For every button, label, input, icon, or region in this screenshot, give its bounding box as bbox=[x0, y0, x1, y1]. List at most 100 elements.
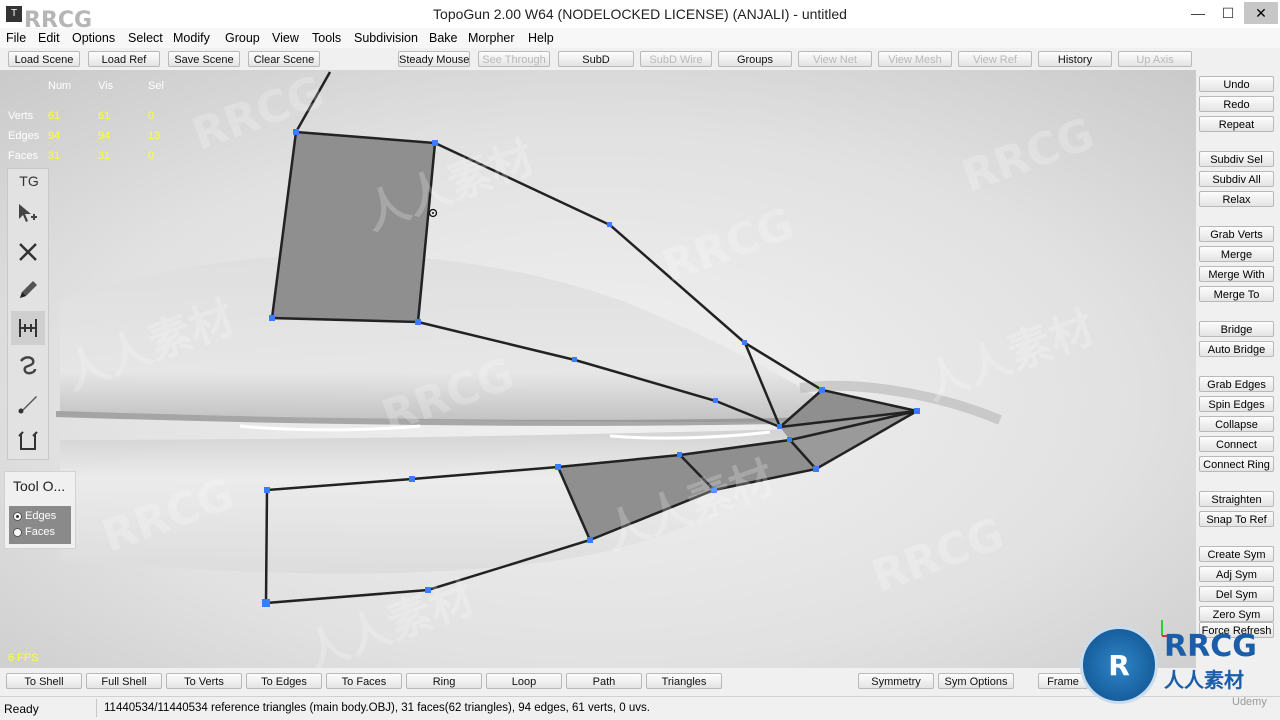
stats-edges-num: 94 bbox=[48, 130, 61, 142]
tool-panel-title: TG bbox=[19, 173, 39, 189]
menu-bar: File Edit Options Select Modify Group Vi… bbox=[0, 28, 1280, 48]
spin-edges-button[interactable]: Spin Edges bbox=[1199, 396, 1274, 412]
scene-stats: Num Vis Sel Verts 61 61 0 Edges 94 94 13… bbox=[0, 72, 170, 168]
steady-mouse-button[interactable]: Steady Mouse bbox=[398, 51, 470, 67]
radio-checked-icon[interactable] bbox=[13, 511, 22, 521]
to-faces-button[interactable]: To Faces bbox=[326, 673, 402, 689]
to-edges-button[interactable]: To Edges bbox=[246, 673, 322, 689]
stats-header-vis: Vis bbox=[98, 80, 114, 92]
edges-radio[interactable]: Edges bbox=[13, 510, 56, 522]
create-tool-icon[interactable] bbox=[11, 197, 45, 231]
menu-tools[interactable]: Tools bbox=[312, 31, 341, 45]
merge-button[interactable]: Merge bbox=[1199, 246, 1274, 262]
menu-edit[interactable]: Edit bbox=[38, 31, 60, 45]
path-button[interactable]: Path bbox=[566, 673, 642, 689]
stats-header-num: Num bbox=[48, 80, 72, 92]
title-bar: T RRCG TopoGun 2.00 W64 (NODELOCKED LICE… bbox=[0, 0, 1280, 33]
straighten-button[interactable]: Straighten bbox=[1199, 491, 1274, 507]
draw-tool-icon[interactable] bbox=[11, 273, 45, 307]
connect-ring-button[interactable]: Connect Ring bbox=[1199, 456, 1274, 472]
subdiv-all-button[interactable]: Subdiv All bbox=[1199, 171, 1274, 187]
close-button[interactable]: ✕ bbox=[1244, 2, 1278, 24]
tool-options-title: Tool O... bbox=[13, 478, 66, 494]
menu-subdivision[interactable]: Subdivision bbox=[354, 31, 418, 45]
faces-radio[interactable]: Faces bbox=[13, 526, 55, 538]
cursor-dot bbox=[432, 212, 434, 214]
load-scene-button[interactable]: Load Scene bbox=[8, 51, 80, 67]
view-net-button[interactable]: View Net bbox=[798, 51, 872, 67]
subdiv-sel-button[interactable]: Subdiv Sel bbox=[1199, 151, 1274, 167]
load-ref-button[interactable]: Load Ref bbox=[88, 51, 160, 67]
subd-button[interactable]: SubD bbox=[558, 51, 634, 67]
status-bar: Ready 11440534/11440534 reference triang… bbox=[0, 696, 1280, 720]
view-mesh-button[interactable]: View Mesh bbox=[878, 51, 952, 67]
stats-faces-sel: 0 bbox=[148, 150, 155, 162]
groups-button[interactable]: Groups bbox=[718, 51, 792, 67]
bridge-tool-icon[interactable] bbox=[11, 311, 45, 345]
stats-label-faces: Faces bbox=[8, 150, 38, 162]
del-sym-button[interactable]: Del Sym bbox=[1199, 586, 1274, 602]
tool-panel: TG bbox=[7, 168, 49, 460]
create-sym-button[interactable]: Create Sym bbox=[1199, 546, 1274, 562]
stats-edges-vis: 94 bbox=[98, 130, 111, 142]
stats-header-sel: Sel bbox=[148, 80, 164, 92]
status-ready: Ready bbox=[4, 702, 39, 716]
tool-options-box: Edges Faces bbox=[9, 506, 71, 544]
sym-options-button[interactable]: Sym Options bbox=[938, 673, 1014, 689]
redo-button[interactable]: Redo bbox=[1199, 96, 1274, 112]
brush-tool-icon[interactable] bbox=[11, 349, 45, 383]
auto-bridge-button[interactable]: Auto Bridge bbox=[1199, 341, 1274, 357]
tubes-tool-icon[interactable] bbox=[11, 425, 45, 459]
tool-options-panel: Tool O... Edges Faces bbox=[4, 471, 76, 549]
symmetry-button[interactable]: Symmetry bbox=[858, 673, 934, 689]
full-shell-button[interactable]: Full Shell bbox=[86, 673, 162, 689]
3d-viewport[interactable]: RRCG 人人素材 RRCG RRCG 人人素材 RRCG 人人素材 RRCG … bbox=[0, 70, 1196, 668]
clear-scene-button[interactable]: Clear Scene bbox=[248, 51, 320, 67]
stats-edges-sel: 13 bbox=[148, 130, 161, 142]
merge-to-button[interactable]: Merge To bbox=[1199, 286, 1274, 302]
see-through-button[interactable]: See Through bbox=[478, 51, 550, 67]
bridge-button[interactable]: Bridge bbox=[1199, 321, 1274, 337]
radio-unchecked-icon[interactable] bbox=[13, 527, 22, 537]
menu-modify[interactable]: Modify bbox=[173, 31, 210, 45]
grab-verts-button[interactable]: Grab Verts bbox=[1199, 226, 1274, 242]
menu-view[interactable]: View bbox=[272, 31, 299, 45]
view-ref-button[interactable]: View Ref bbox=[958, 51, 1032, 67]
zero-sym-button[interactable]: Zero Sym bbox=[1199, 606, 1274, 622]
relax-button[interactable]: Relax bbox=[1199, 191, 1274, 207]
adj-sym-button[interactable]: Adj Sym bbox=[1199, 566, 1274, 582]
menu-options[interactable]: Options bbox=[72, 31, 115, 45]
to-verts-button[interactable]: To Verts bbox=[166, 673, 242, 689]
menu-morpher[interactable]: Morpher bbox=[468, 31, 515, 45]
delete-tool-icon[interactable] bbox=[11, 235, 45, 269]
menu-select[interactable]: Select bbox=[128, 31, 163, 45]
viewport-canvas[interactable] bbox=[0, 70, 1196, 668]
subd-wire-button[interactable]: SubD Wire bbox=[640, 51, 712, 67]
maximize-button[interactable]: ☐ bbox=[1214, 2, 1242, 24]
menu-file[interactable]: File bbox=[6, 31, 26, 45]
to-shell-button[interactable]: To Shell bbox=[6, 673, 82, 689]
menu-bake[interactable]: Bake bbox=[429, 31, 458, 45]
connect-button[interactable]: Connect bbox=[1199, 436, 1274, 452]
up-axis-button[interactable]: Up Axis bbox=[1118, 51, 1192, 67]
stats-verts-vis: 61 bbox=[98, 110, 111, 122]
ring-button[interactable]: Ring bbox=[406, 673, 482, 689]
menu-group[interactable]: Group bbox=[225, 31, 260, 45]
collapse-button[interactable]: Collapse bbox=[1199, 416, 1274, 432]
fps-counter: 6 FPS bbox=[8, 652, 39, 664]
undo-button[interactable]: Undo bbox=[1199, 76, 1274, 92]
repeat-button[interactable]: Repeat bbox=[1199, 116, 1274, 132]
merge-with-button[interactable]: Merge With bbox=[1199, 266, 1274, 282]
menu-help[interactable]: Help bbox=[528, 31, 554, 45]
grab-edges-button[interactable]: Grab Edges bbox=[1199, 376, 1274, 392]
triangles-button[interactable]: Triangles bbox=[646, 673, 722, 689]
snap-to-ref-button[interactable]: Snap To Ref bbox=[1199, 511, 1274, 527]
save-scene-button[interactable]: Save Scene bbox=[168, 51, 240, 67]
mesh-face[interactable] bbox=[272, 132, 435, 322]
window-title: TopoGun 2.00 W64 (NODELOCKED LICENSE) (A… bbox=[433, 6, 847, 22]
loop-button[interactable]: Loop bbox=[486, 673, 562, 689]
history-button[interactable]: History bbox=[1038, 51, 1112, 67]
minimize-button[interactable]: — bbox=[1184, 2, 1212, 24]
paint-tool-icon[interactable] bbox=[11, 387, 45, 421]
stats-label-verts: Verts bbox=[8, 110, 34, 122]
